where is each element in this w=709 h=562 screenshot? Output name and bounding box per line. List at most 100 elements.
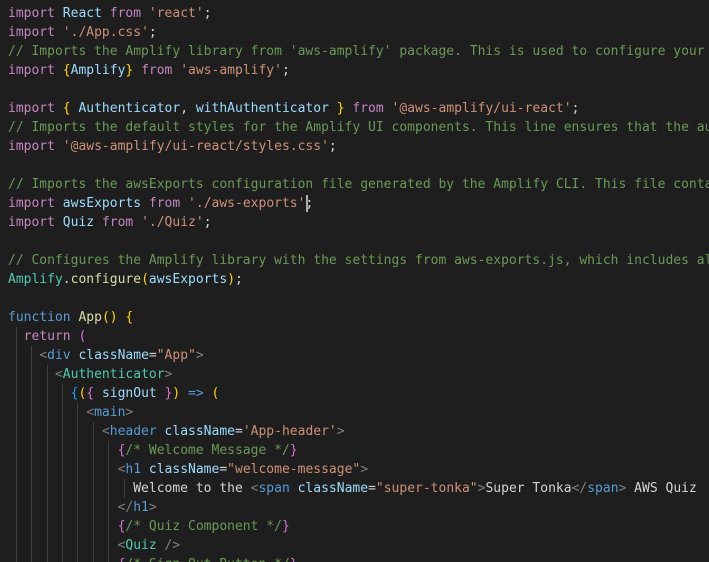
code-token: "welcome-message" bbox=[227, 462, 361, 477]
code-line[interactable]: // Imports the default styles for the Am… bbox=[8, 118, 709, 137]
code-line[interactable]: import { Authenticator, withAuthenticato… bbox=[8, 99, 579, 118]
code-token: Super Tonka bbox=[485, 481, 572, 496]
code-token: span bbox=[587, 481, 619, 496]
code-token: from bbox=[352, 101, 384, 116]
code-token: = bbox=[368, 481, 376, 496]
code-token: { bbox=[125, 310, 134, 325]
code-token: > bbox=[336, 424, 345, 439]
code-token: ; bbox=[235, 272, 243, 287]
indent-guide bbox=[31, 346, 32, 562]
code-line[interactable]: {({ signOut }) => ( bbox=[8, 384, 220, 403]
code-token: Authenticator bbox=[62, 367, 165, 382]
code-token: 'App-header' bbox=[242, 424, 337, 439]
code-editor[interactable]: import React from 'react'; import './App.… bbox=[0, 0, 709, 562]
code-token: < bbox=[54, 367, 63, 382]
code-token: header bbox=[109, 424, 157, 439]
code-line[interactable]: Welcome to the <span className="super-to… bbox=[8, 479, 697, 498]
code-token: div bbox=[47, 348, 71, 363]
code-token: awsExports bbox=[62, 196, 142, 211]
code-token: > bbox=[164, 367, 173, 382]
code-line[interactable]: import React from 'react'; bbox=[8, 4, 212, 23]
code-token: /* Sign Out Button */ bbox=[125, 557, 289, 562]
code-token: < bbox=[39, 348, 48, 363]
code-token: './aws-exports' bbox=[188, 196, 306, 211]
code-line[interactable]: import '@aws-amplify/ui-react/styles.css… bbox=[8, 137, 337, 156]
code-token: { bbox=[86, 386, 95, 401]
indent-guide bbox=[16, 327, 17, 562]
code-line[interactable]: function App() { bbox=[8, 308, 133, 327]
code-token: className bbox=[148, 462, 220, 477]
code-token: ; bbox=[203, 215, 212, 230]
code-token: Quiz bbox=[62, 215, 95, 230]
code-line[interactable]: <Quiz /> bbox=[8, 536, 181, 555]
code-line[interactable]: <div className="App"> bbox=[8, 346, 203, 365]
code-token: < bbox=[86, 405, 95, 420]
code-token: ( bbox=[78, 329, 87, 344]
code-token: ) bbox=[227, 272, 236, 287]
code-token: // Imports the default styles for the Am… bbox=[8, 120, 709, 135]
code-line[interactable]: import Quiz from './Quiz'; bbox=[8, 213, 212, 232]
code-token: className bbox=[78, 348, 149, 363]
code-token: className bbox=[164, 424, 235, 439]
code-token: ( bbox=[211, 386, 220, 401]
code-token: Welcome to the bbox=[8, 481, 251, 496]
code-token: // Imports the Amplify library from 'aws… bbox=[8, 44, 709, 59]
code-token: from bbox=[141, 63, 173, 78]
code-token: span bbox=[258, 481, 290, 496]
code-line[interactable]: {/* Quiz Component */} bbox=[8, 517, 290, 536]
code-line[interactable]: import {Amplify} from 'aws-amplify'; bbox=[8, 61, 290, 80]
code-token: > bbox=[148, 500, 157, 515]
code-token: '@aws-amplify/ui-react/styles.css' bbox=[62, 139, 329, 154]
code-token: = bbox=[219, 462, 228, 477]
code-token: () bbox=[101, 310, 118, 325]
code-line[interactable]: // Imports the awsExports configuration … bbox=[8, 175, 709, 194]
code-token: 'react' bbox=[148, 6, 204, 21]
code-line[interactable]: <header className='App-header'> bbox=[8, 422, 345, 441]
code-token: ; bbox=[203, 6, 212, 21]
code-token: /> bbox=[164, 538, 181, 553]
code-line[interactable]: import awsExports from './aws-exports'; bbox=[8, 194, 313, 213]
code-token: function bbox=[8, 310, 71, 325]
code-token: > bbox=[360, 462, 369, 477]
code-line[interactable]: {/* Sign Out Button */} bbox=[8, 555, 298, 562]
code-line[interactable]: {/* Welcome Message */} bbox=[8, 441, 298, 460]
code-token: </ bbox=[117, 500, 134, 515]
code-token: from bbox=[109, 6, 142, 21]
code-token: } bbox=[290, 557, 298, 562]
code-token: ; bbox=[328, 139, 337, 154]
code-line[interactable]: // Configures the Amplify library with t… bbox=[8, 251, 709, 270]
code-token: from bbox=[148, 196, 181, 211]
code-token: awsExports bbox=[148, 272, 228, 287]
code-line[interactable]: import './App.css'; bbox=[8, 23, 157, 42]
indent-guide bbox=[108, 441, 109, 562]
code-token: signOut bbox=[101, 386, 157, 401]
code-line[interactable]: // Imports the Amplify library from 'aws… bbox=[8, 42, 709, 61]
code-line[interactable]: return ( bbox=[8, 327, 87, 346]
code-token: '@aws-amplify/ui-react' bbox=[391, 101, 572, 116]
code-token: import bbox=[8, 139, 55, 154]
code-line[interactable]: <Authenticator> bbox=[8, 365, 172, 384]
code-token: h1 bbox=[125, 462, 142, 477]
code-token: import bbox=[8, 63, 55, 78]
code-token: import bbox=[8, 196, 55, 211]
code-line[interactable]: <main> bbox=[8, 403, 133, 422]
code-token: Amplify bbox=[70, 63, 126, 78]
indent-guide bbox=[62, 384, 63, 562]
indent-guide bbox=[47, 365, 48, 562]
code-line[interactable]: Amplify.configure(awsExports); bbox=[8, 270, 243, 289]
